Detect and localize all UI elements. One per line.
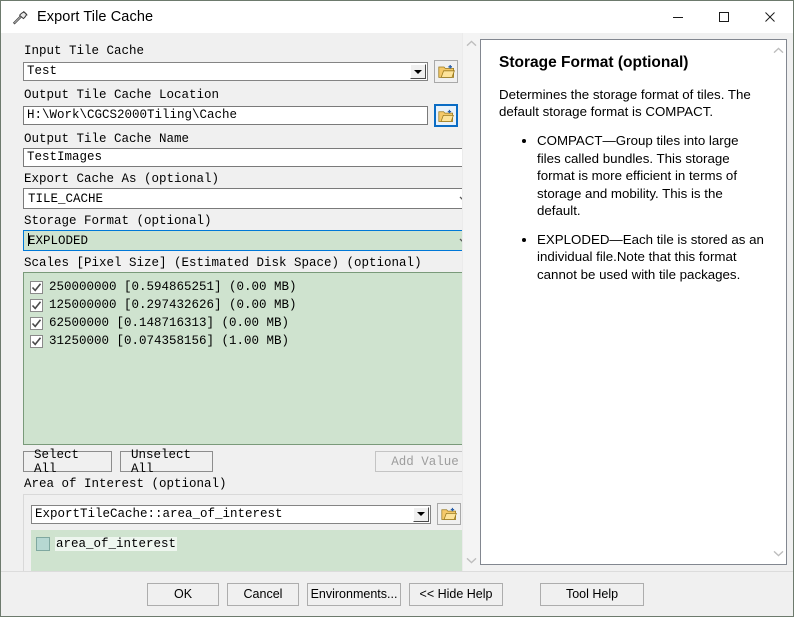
select-all-button[interactable]: Select All bbox=[23, 448, 112, 476]
export-cache-as-value: TILE_CACHE bbox=[28, 191, 104, 206]
scale-list-item[interactable]: 62500000 [0.148716313] (0.00 MB) bbox=[30, 314, 474, 332]
field-input-tile-cache: Input Tile Cache Test bbox=[23, 43, 458, 83]
checkbox-icon[interactable] bbox=[30, 334, 43, 348]
export-tile-cache-dialog: Export Tile Cache Input Tile Cache Test … bbox=[0, 0, 794, 617]
window-controls bbox=[655, 1, 793, 33]
scales-label: Scales [Pixel Size] (Estimated Disk Spac… bbox=[24, 256, 422, 270]
parameter-form: Input Tile Cache Test Output Tile Cache … bbox=[1, 33, 475, 571]
scale-item-label: 31250000 [0.074358156] (1.00 MB) bbox=[49, 334, 290, 348]
input-tile-cache-value: Test bbox=[27, 64, 58, 78]
storage-format-select[interactable]: EXPLODED bbox=[23, 230, 475, 251]
help-bullet-item: EXPLODED—Each tile is stored as an indiv… bbox=[537, 231, 764, 284]
scroll-down-icon[interactable] bbox=[463, 552, 480, 569]
scroll-down-icon[interactable] bbox=[771, 545, 786, 562]
chevron-down-icon[interactable] bbox=[413, 506, 429, 522]
area-of-interest-combo[interactable]: ExportTileCache::area_of_interest bbox=[31, 504, 431, 524]
field-output-name: Output Tile Cache Name TestImages bbox=[23, 131, 475, 167]
field-output-location: Output Tile Cache Location H:\Work\CGCS2… bbox=[23, 87, 458, 127]
area-of-interest-value: ExportTileCache::area_of_interest bbox=[35, 506, 283, 521]
output-name-value: TestImages bbox=[27, 150, 103, 164]
field-scales: Scales [Pixel Size] (Estimated Disk Spac… bbox=[23, 255, 475, 445]
scales-button-row: Select All Unselect All Add Value bbox=[23, 448, 475, 476]
ok-button[interactable]: OK bbox=[147, 582, 219, 606]
export-cache-as-label: Export Cache As (optional) bbox=[24, 172, 220, 186]
input-tile-cache-label: Input Tile Cache bbox=[24, 44, 145, 58]
output-location-label: Output Tile Cache Location bbox=[24, 88, 220, 102]
minimize-button[interactable] bbox=[655, 1, 701, 33]
parameters-scrollbar[interactable] bbox=[462, 33, 480, 571]
add-value-button: Add Value bbox=[375, 451, 475, 472]
help-pane: Storage Format (optional) Determines the… bbox=[480, 39, 787, 565]
output-location-value: H:\Work\CGCS2000Tiling\Cache bbox=[27, 108, 238, 122]
help-bullet-list: COMPACT—Group tiles into large files cal… bbox=[499, 132, 764, 283]
scale-item-label: 125000000 [0.297432626] (0.00 MB) bbox=[49, 298, 297, 312]
field-export-cache-as: Export Cache As (optional) TILE_CACHE bbox=[23, 171, 475, 209]
help-intro: Determines the storage format of tiles. … bbox=[499, 87, 751, 119]
output-location-browse-button[interactable] bbox=[434, 104, 458, 127]
input-tile-cache-combo[interactable]: Test bbox=[23, 62, 428, 81]
cancel-button[interactable]: Cancel bbox=[227, 582, 299, 606]
scales-listbox[interactable]: 250000000 [0.594865251] (0.00 MB) 1250000… bbox=[23, 272, 475, 445]
scale-item-label: 250000000 [0.594865251] (0.00 MB) bbox=[49, 280, 297, 294]
field-area-of-interest: Area of Interest (optional) ExportTileCa… bbox=[23, 476, 475, 571]
hide-help-button[interactable]: << Hide Help bbox=[409, 582, 503, 606]
area-of-interest-item-label: area_of_interest bbox=[55, 536, 178, 551]
help-content: Storage Format (optional) Determines the… bbox=[481, 40, 786, 283]
checkbox-icon[interactable] bbox=[30, 298, 43, 312]
area-of-interest-list-item[interactable]: area_of_interest bbox=[36, 535, 466, 552]
field-storage-format: Storage Format (optional) EXPLODED bbox=[23, 213, 475, 251]
help-scrollbar[interactable] bbox=[771, 40, 786, 564]
scale-item-label: 62500000 [0.148716313] (0.00 MB) bbox=[49, 316, 290, 330]
storage-format-value: EXPLODED bbox=[28, 233, 89, 248]
scroll-up-icon[interactable] bbox=[463, 35, 480, 52]
output-location-input[interactable]: H:\Work\CGCS2000Tiling\Cache bbox=[23, 106, 428, 125]
help-bullet-item: COMPACT—Group tiles into large files cal… bbox=[537, 132, 764, 220]
parameters-pane: Input Tile Cache Test Output Tile Cache … bbox=[1, 33, 480, 571]
storage-format-label: Storage Format (optional) bbox=[24, 214, 212, 228]
maximize-button[interactable] bbox=[701, 1, 747, 33]
tool-help-button[interactable]: Tool Help bbox=[540, 582, 644, 606]
export-cache-as-select[interactable]: TILE_CACHE bbox=[23, 188, 475, 209]
unselect-all-button[interactable]: Unselect All bbox=[120, 448, 213, 476]
scale-list-item[interactable]: 250000000 [0.594865251] (0.00 MB) bbox=[30, 278, 474, 296]
area-of-interest-browse-button[interactable] bbox=[437, 503, 461, 525]
help-title: Storage Format (optional) bbox=[499, 54, 689, 71]
layer-color-swatch bbox=[36, 536, 50, 551]
checkbox-icon[interactable] bbox=[30, 316, 43, 330]
area-of-interest-listbox[interactable]: area_of_interest bbox=[31, 530, 467, 571]
area-of-interest-panel: ExportTileCache::area_of_interest area_o… bbox=[23, 494, 475, 571]
window-title: Export Tile Cache bbox=[37, 9, 154, 25]
hammer-tool-icon bbox=[10, 7, 30, 27]
scale-list-item[interactable]: 125000000 [0.297432626] (0.00 MB) bbox=[30, 296, 474, 314]
title-bar: Export Tile Cache bbox=[1, 1, 793, 33]
scroll-up-icon[interactable] bbox=[771, 42, 786, 59]
chevron-down-icon[interactable] bbox=[410, 64, 426, 79]
output-name-input[interactable]: TestImages bbox=[23, 148, 475, 167]
area-of-interest-label: Area of Interest (optional) bbox=[24, 477, 227, 491]
close-button[interactable] bbox=[747, 1, 793, 33]
output-name-label: Output Tile Cache Name bbox=[24, 132, 190, 146]
dialog-body: Input Tile Cache Test Output Tile Cache … bbox=[1, 33, 793, 571]
scale-list-item[interactable]: 31250000 [0.074358156] (1.00 MB) bbox=[30, 332, 474, 350]
dialog-footer: OK Cancel Environments... << Hide Help T… bbox=[1, 571, 793, 616]
input-tile-cache-browse-button[interactable] bbox=[434, 60, 458, 83]
environments-button[interactable]: Environments... bbox=[307, 582, 401, 606]
checkbox-icon[interactable] bbox=[30, 280, 43, 294]
